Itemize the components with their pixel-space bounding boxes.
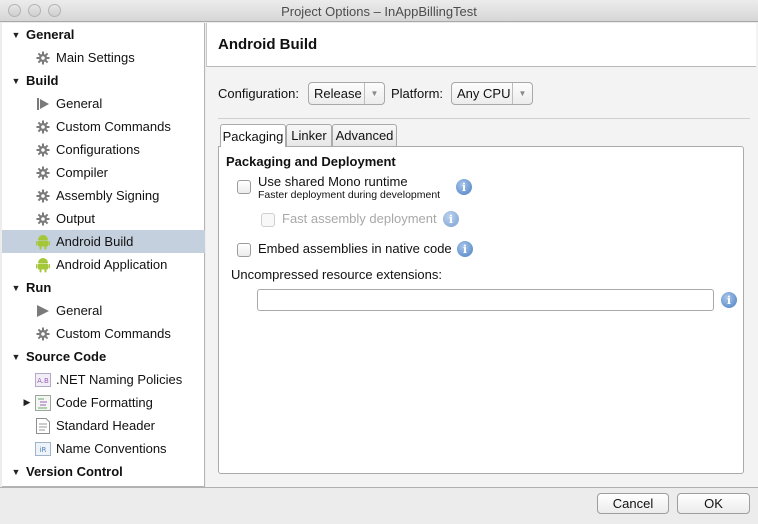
gear-icon (35, 211, 51, 227)
platform-label: Platform: (391, 86, 444, 101)
info-icon[interactable]: i (443, 211, 459, 227)
gear-icon (35, 119, 51, 135)
sidebar-category-run[interactable]: ▼ Run (2, 276, 205, 299)
sidebar-item-label: Name Conventions (56, 441, 167, 456)
sidebar-item-label: General (56, 96, 103, 111)
info-icon[interactable]: i (721, 292, 737, 308)
sidebar-item-label: .NET Naming Policies (56, 372, 183, 387)
options-tree: ▼ General Main Settings ▼ Build General Custom… (2, 23, 205, 487)
disclosure-expanded-icon[interactable]: ▼ (11, 352, 21, 362)
divider (218, 118, 750, 119)
name-convention-icon: iR (35, 441, 51, 457)
page-header: Android Build (206, 23, 756, 67)
sidebar-item-code-formatting[interactable]: ▶ Code Formatting (2, 391, 205, 414)
cancel-button[interactable]: Cancel (597, 493, 669, 514)
disclosure-expanded-icon[interactable]: ▼ (11, 30, 21, 40)
sidebar-item-label: General (26, 27, 75, 42)
sidebar-item-main-settings[interactable]: Main Settings (2, 46, 205, 69)
page-title: Android Build (218, 36, 318, 53)
gear-icon (35, 165, 51, 181)
sidebar-item-standard-header[interactable]: Standard Header (2, 414, 205, 437)
sidebar-item-output[interactable]: Output (2, 207, 205, 230)
gear-icon (35, 326, 51, 342)
sidebar-item-label: Custom Commands (56, 326, 171, 341)
configuration-dropdown[interactable]: Release ▼ (308, 82, 385, 105)
disclosure-expanded-icon[interactable]: ▼ (11, 283, 21, 293)
sidebar-category-source-code[interactable]: ▼ Source Code (2, 345, 205, 368)
window-title: Project Options – InAppBillingTest (281, 4, 477, 19)
svg-text:iR: iR (40, 446, 47, 454)
sidebar-item-custom-commands[interactable]: Custom Commands (2, 322, 205, 345)
uncompressed-extensions-label: Uncompressed resource extensions: (231, 267, 442, 282)
sidebar-item-label: Main Settings (56, 50, 135, 65)
info-icon[interactable]: i (456, 179, 472, 195)
platform-value: Any CPU (457, 86, 511, 101)
sidebar-item-net-naming-policies[interactable]: A.B .NET Naming Policies (2, 368, 205, 391)
packaging-panel: Packaging and Deployment Use shared Mono… (218, 146, 744, 474)
sidebar-item-assembly-signing[interactable]: Assembly Signing (2, 184, 205, 207)
code-format-icon (35, 394, 51, 411)
ok-button[interactable]: OK (677, 493, 750, 514)
disclosure-collapsed-icon[interactable]: ▶ (22, 397, 32, 408)
sidebar-item-label: Configurations (56, 142, 140, 157)
build-run-icon (35, 96, 51, 112)
sidebar-item-name-conventions[interactable]: iR Name Conventions (2, 437, 205, 460)
sidebar-item-label: Run (26, 280, 52, 295)
sidebar-item-label: Version Control (26, 464, 123, 479)
tab-advanced[interactable]: Advanced (332, 124, 397, 146)
android-icon (35, 234, 51, 250)
sidebar-category-version-control[interactable]: ▼ Version Control (2, 460, 205, 483)
embed-assemblies-checkbox[interactable] (237, 243, 251, 257)
sidebar-item-label: Assembly Signing (56, 188, 160, 203)
sidebar-item-android-application[interactable]: Android Application (2, 253, 205, 276)
gear-icon (35, 142, 51, 158)
gear-icon (35, 188, 51, 204)
embed-assemblies-label: Embed assemblies in native code (258, 241, 452, 256)
sidebar-item-label: Source Code (26, 349, 107, 364)
main-panel: Android Build Configuration: Release ▼ P… (206, 23, 758, 487)
disclosure-expanded-icon[interactable]: ▼ (11, 76, 21, 86)
sidebar-item-label: Compiler (56, 165, 109, 180)
play-icon (35, 303, 51, 319)
gear-icon (35, 50, 51, 66)
naming-policy-icon: A.B (35, 372, 51, 388)
shared-runtime-label: Use shared Mono runtime (258, 174, 408, 189)
info-icon[interactable]: i (457, 241, 473, 257)
disclosure-expanded-icon[interactable]: ▼ (11, 467, 21, 477)
footer-divider (0, 487, 758, 488)
sidebar-item-compiler[interactable]: Compiler (2, 161, 205, 184)
chevron-down-icon: ▼ (512, 83, 532, 104)
shared-runtime-description: Faster deployment during development (258, 189, 441, 201)
fast-deploy-label: Fast assembly deployment (282, 211, 437, 226)
section-title: Packaging and Deployment (226, 154, 396, 169)
sidebar-item-configurations[interactable]: Configurations (2, 138, 205, 161)
fast-deploy-checkbox[interactable] (261, 213, 275, 227)
tab-packaging[interactable]: Packaging (220, 124, 286, 147)
sidebar-item-android-build[interactable]: Android Build (2, 230, 205, 253)
sidebar-item-general[interactable]: General (2, 299, 205, 322)
chevron-down-icon: ▼ (364, 83, 384, 104)
sidebar-item-label: Android Build (56, 234, 134, 249)
sidebar-category-build[interactable]: ▼ Build (2, 69, 205, 92)
android-icon (35, 257, 51, 273)
sidebar-category-general[interactable]: ▼ General (2, 23, 205, 46)
title-bar: Project Options – InAppBillingTest (0, 0, 758, 22)
sidebar-item-label: Build (26, 73, 59, 88)
document-icon (35, 417, 51, 434)
tab-linker[interactable]: Linker (286, 124, 332, 146)
configuration-label: Configuration: (218, 86, 299, 101)
platform-dropdown[interactable]: Any CPU ▼ (451, 82, 533, 105)
uncompressed-extensions-input[interactable] (257, 289, 714, 311)
sidebar-item-label: Standard Header (56, 418, 156, 433)
sidebar-item-label: General (56, 303, 103, 318)
configuration-value: Release (314, 86, 362, 101)
sidebar-item-label: Custom Commands (56, 119, 171, 134)
sidebar-item-label: Code Formatting (56, 395, 153, 410)
shared-runtime-checkbox[interactable] (237, 180, 251, 194)
sidebar-item-custom-commands[interactable]: Custom Commands (2, 115, 205, 138)
sidebar-item-label: Output (56, 211, 96, 226)
sidebar-item-label: Android Application (56, 257, 168, 272)
sidebar-item-general[interactable]: General (2, 92, 205, 115)
svg-text:A.B: A.B (37, 377, 49, 385)
